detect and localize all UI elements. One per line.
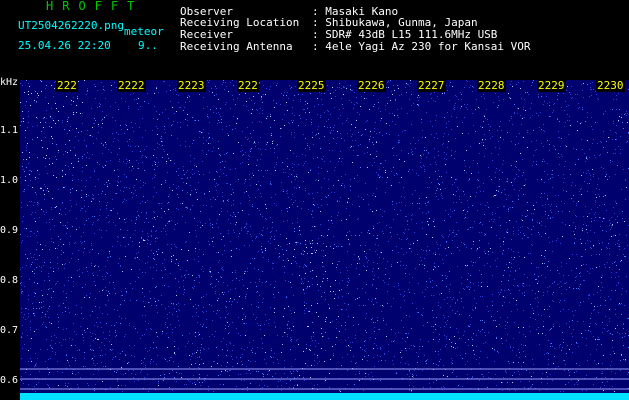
y-tick-label: 0.7 [0,325,19,336]
x-tick-label: 2230 [596,79,625,92]
y-tick-label: 0.8 [0,275,19,286]
x-tick-label: 2229 [537,79,566,92]
spectrogram-canvas [20,80,629,400]
x-tick-label: 2222 [117,79,146,92]
header-panel: HROFFT UT2504262220.png meteor 25.04.26 … [0,0,629,78]
info-label-antenna: Receiving Antenna [180,40,293,53]
count-label: 9.. [138,39,158,52]
detection-tag: meteor [124,25,164,38]
datetime-label: 25.04.26 22:20 [18,39,111,52]
y-tick-label: 0.6 [0,375,19,386]
filename-label: UT2504262220.png [18,19,124,32]
x-tick-label: 2228 [477,79,506,92]
hrofft-logo: HROFFT [46,0,144,13]
x-tick-label: 2223 [177,79,206,92]
x-tick-label: 222 [237,79,259,92]
spectrogram [20,80,629,400]
y-tick-label: 0.9 [0,225,19,236]
info-value-antenna: : 4ele Yagi Az 230 for Kansai VOR [312,40,531,53]
x-tick-label: 2227 [417,79,446,92]
x-tick-label: 2226 [357,79,386,92]
x-tick-label: 222 [56,79,78,92]
y-axis: kHz 1.1 1.0 0.9 0.8 0.7 0.6 [0,78,20,400]
y-axis-unit: kHz [0,77,19,88]
y-tick-label: 1.0 [0,175,19,186]
x-tick-label: 2225 [297,79,326,92]
y-tick-label: 1.1 [0,125,19,136]
